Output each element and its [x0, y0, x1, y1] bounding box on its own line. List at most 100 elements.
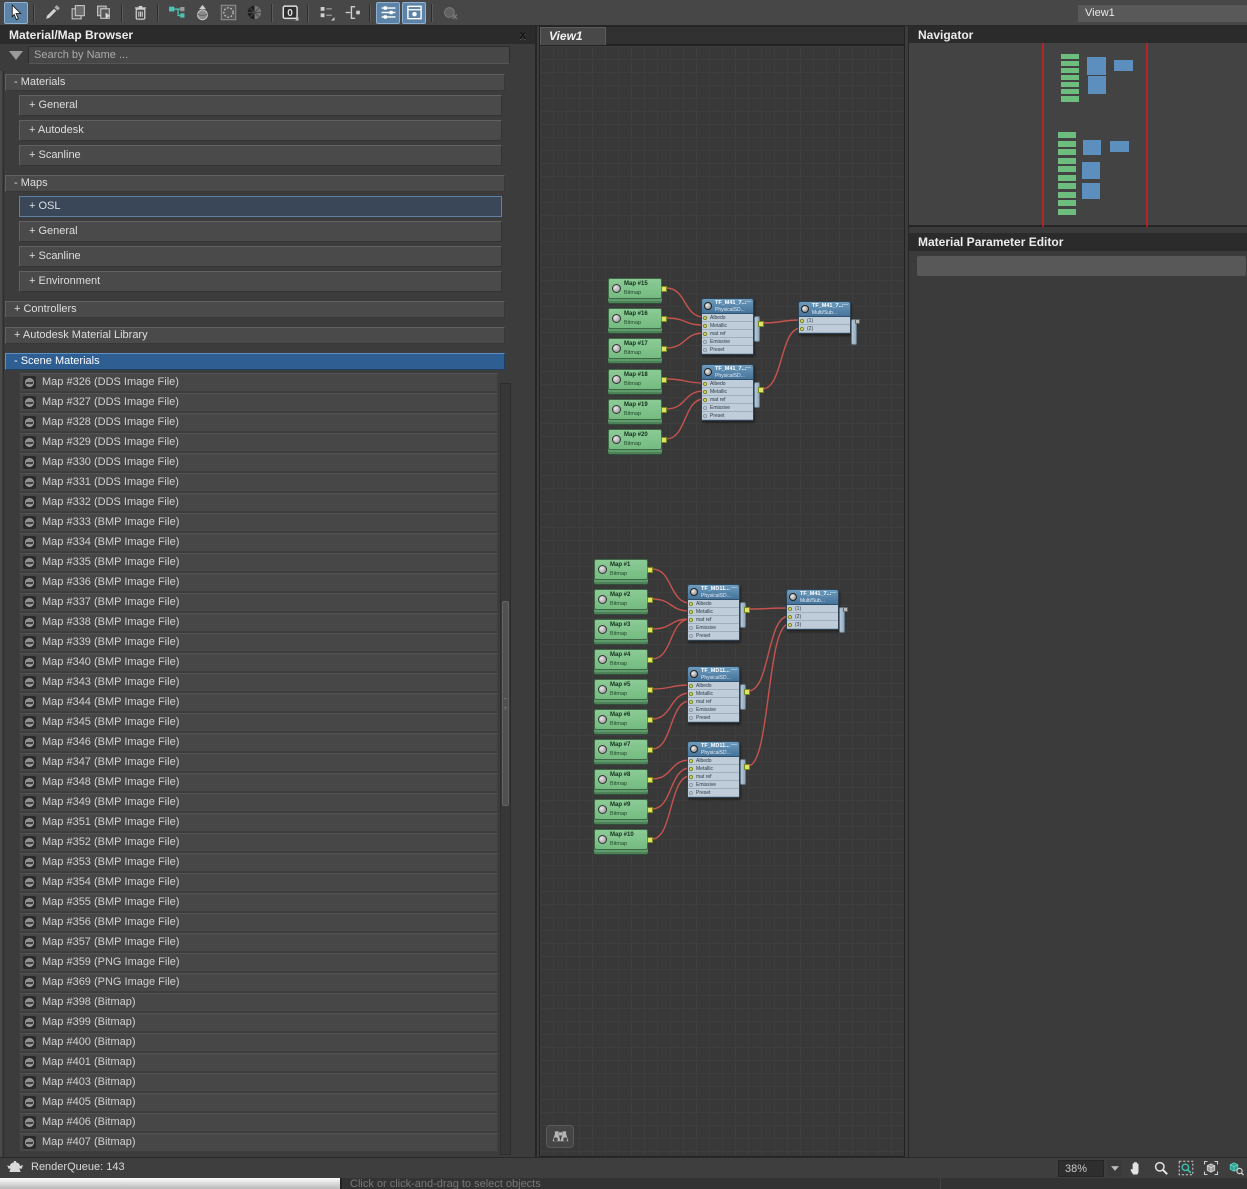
node-input-slot[interactable]: Preset [702, 412, 753, 420]
browser-group-autodesk[interactable]: + Autodesk [19, 120, 502, 141]
scene-material-item[interactable]: Map #334 (BMP Image File) [19, 533, 498, 552]
panel-resize-gutter[interactable] [0, 71, 4, 1157]
node-header[interactable]: TF_M41_7... — Multi/Sub... [799, 302, 850, 317]
physical-material-node[interactable]: TF_MD11... — PhysicalSD... Albedo Metall… [687, 584, 750, 641]
input-socket[interactable] [689, 758, 693, 763]
scene-material-item[interactable]: Map #329 (DDS Image File) [19, 433, 498, 452]
node-input-slot[interactable]: mat ref [688, 698, 739, 706]
scene-material-item[interactable]: Map #398 (Bitmap) [19, 993, 498, 1012]
node-output-socket[interactable] [661, 377, 667, 383]
select-tool-button[interactable] [4, 1, 28, 24]
node-input-slot[interactable]: Metallic [688, 765, 739, 773]
node-side-tab[interactable] [740, 684, 746, 710]
scene-material-item[interactable]: Map #331 (DDS Image File) [19, 473, 498, 492]
bitmap-node[interactable]: Map #5 Bitmap [594, 679, 653, 700]
layout-all-button[interactable] [314, 2, 338, 24]
scene-material-item[interactable]: Map #400 (Bitmap) [19, 1033, 498, 1052]
node-input-slot[interactable]: mat ref [702, 396, 753, 404]
input-socket[interactable] [703, 323, 707, 328]
node-output-socket[interactable] [661, 346, 667, 352]
scene-material-item[interactable]: Map #330 (DDS Image File) [19, 453, 498, 472]
zoom-extents-button[interactable] [1200, 1159, 1222, 1177]
scene-material-item[interactable]: Map #343 (BMP Image File) [19, 673, 498, 692]
node-output-socket[interactable] [647, 807, 653, 813]
node-output-socket[interactable] [843, 607, 848, 612]
close-browser-button[interactable]: x [519, 26, 526, 44]
node-output-socket[interactable] [758, 321, 764, 327]
collapse-node-icon[interactable]: — [731, 585, 737, 591]
scene-material-item[interactable]: Map #326 (DDS Image File) [19, 373, 498, 392]
scene-material-item[interactable]: Map #405 (Bitmap) [19, 1093, 498, 1112]
navigator-minimap[interactable] [909, 43, 1247, 227]
scene-material-item[interactable]: Map #327 (DDS Image File) [19, 393, 498, 412]
input-socket[interactable] [703, 405, 707, 410]
scene-material-item[interactable]: Map #348 (BMP Image File) [19, 773, 498, 792]
bitmap-node[interactable]: Map #16 Bitmap [608, 308, 667, 329]
node-input-slot[interactable]: Albedo [702, 314, 753, 322]
delete-selected-button[interactable] [128, 2, 152, 24]
node-output-socket[interactable] [647, 687, 653, 693]
scene-material-item[interactable]: Map #349 (BMP Image File) [19, 793, 498, 812]
scene-material-item[interactable]: Map #328 (DDS Image File) [19, 413, 498, 432]
input-socket[interactable] [689, 774, 693, 779]
node-output-socket[interactable] [647, 597, 653, 603]
scene-material-item[interactable]: Map #338 (BMP Image File) [19, 613, 498, 632]
input-socket[interactable] [689, 782, 693, 787]
node-input-slot[interactable]: Emissive [702, 338, 753, 346]
node-output-socket[interactable] [647, 747, 653, 753]
scene-material-item[interactable]: Map #346 (BMP Image File) [19, 733, 498, 752]
collapse-node-icon[interactable]: — [745, 365, 751, 371]
show-background-button[interactable] [216, 2, 240, 24]
node-input-slot[interactable]: Preset [688, 632, 739, 640]
node-output-socket[interactable] [758, 387, 764, 393]
node-input-slot[interactable]: Emissive [688, 624, 739, 632]
zoom-level-value[interactable]: 38% [1058, 1159, 1104, 1177]
scene-material-item[interactable]: Map #340 (BMP Image File) [19, 653, 498, 672]
node-header[interactable]: TF_MD11... — PhysicalSD... [688, 742, 739, 757]
node-side-tab[interactable] [754, 382, 760, 408]
scene-material-item[interactable]: Map #339 (BMP Image File) [19, 633, 498, 652]
browser-group-osl[interactable]: + OSL [19, 196, 502, 217]
show-shaded-material-in-viewport-button[interactable] [190, 2, 214, 24]
dock-window-title[interactable]: View1 [1078, 5, 1247, 22]
render-map-button[interactable] [66, 2, 90, 24]
zoom-extents-selected-button[interactable] [1225, 1159, 1247, 1177]
input-socket[interactable] [703, 347, 707, 352]
browser-group-autodesk-material-library[interactable]: + Autodesk Material Library [5, 327, 505, 344]
node-header[interactable]: TF_M41_7... — Multi/Sub... [787, 590, 838, 605]
input-socket[interactable] [703, 381, 707, 386]
scene-material-item[interactable]: Map #345 (BMP Image File) [19, 713, 498, 732]
scene-material-item[interactable]: Map #406 (Bitmap) [19, 1113, 498, 1132]
input-socket[interactable] [703, 339, 707, 344]
collapse-node-icon[interactable]: — [842, 302, 848, 308]
node-input-slot[interactable]: Metallic [688, 690, 739, 698]
node-output-socket[interactable] [744, 607, 750, 613]
node-input-slot[interactable]: mat ref [688, 616, 739, 624]
input-socket[interactable] [689, 609, 693, 614]
input-socket[interactable] [689, 707, 693, 712]
bitmap-node[interactable]: Map #1 Bitmap [594, 559, 653, 580]
input-socket[interactable] [689, 766, 693, 771]
node-input-slot[interactable]: Metallic [702, 322, 753, 330]
node-output-socket[interactable] [744, 764, 750, 770]
input-socket[interactable] [689, 699, 693, 704]
zoom-region-button[interactable] [1175, 1159, 1197, 1177]
node-output-socket[interactable] [661, 407, 667, 413]
input-socket[interactable] [788, 622, 792, 627]
zoom-level-dropdown[interactable] [1107, 1159, 1122, 1177]
param-editor-empty-rollout[interactable] [917, 256, 1246, 276]
node-output-socket[interactable] [647, 657, 653, 663]
physical-material-node[interactable]: TF_MD11... — PhysicalSD... Albedo Metall… [687, 666, 750, 723]
input-socket[interactable] [689, 625, 693, 630]
input-socket[interactable] [800, 318, 804, 323]
node-input-slot[interactable]: Emissive [688, 781, 739, 789]
browser-group-scanline[interactable]: + Scanline [19, 246, 502, 267]
node-header[interactable]: TF_M41_7... — PhysicalSD... [702, 299, 753, 314]
browser-group-environment[interactable]: + Environment [19, 271, 502, 292]
node-header[interactable]: TF_MD11... — PhysicalSD... [688, 667, 739, 682]
node-input-slot[interactable]: mat ref [688, 773, 739, 781]
move-children-button[interactable] [164, 2, 188, 24]
collapse-node-icon[interactable]: — [731, 742, 737, 748]
scene-material-item[interactable]: Map #337 (BMP Image File) [19, 593, 498, 612]
scene-material-item[interactable]: Map #357 (BMP Image File) [19, 933, 498, 952]
